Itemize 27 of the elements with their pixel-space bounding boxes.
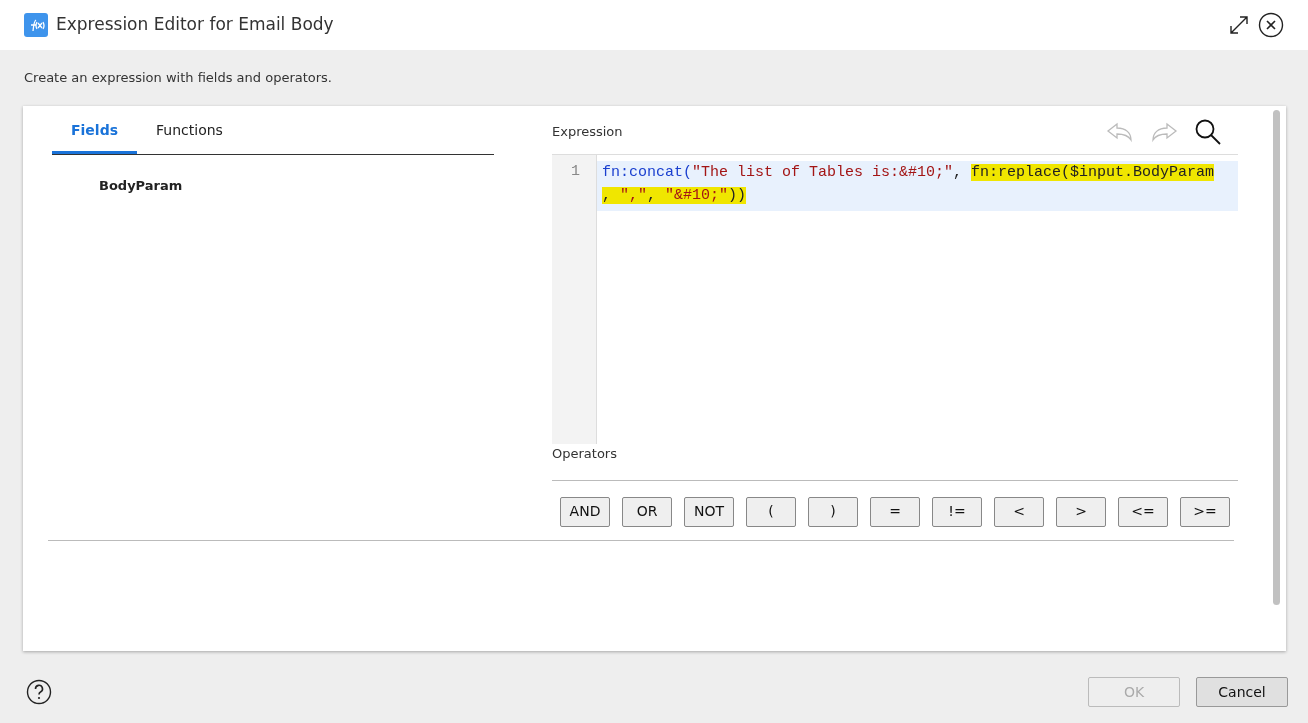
field-item[interactable]: BodyParam bbox=[52, 155, 494, 217]
operator-button[interactable]: ( bbox=[746, 496, 796, 527]
scrollbar[interactable] bbox=[1273, 110, 1280, 605]
tab[interactable]: Functions bbox=[137, 106, 242, 154]
close-icon[interactable] bbox=[1258, 12, 1284, 38]
tab[interactable]: Fields bbox=[52, 106, 137, 154]
search-icon[interactable] bbox=[1194, 118, 1222, 146]
operator-button[interactable]: = bbox=[870, 496, 920, 527]
operator-button[interactable]: ) bbox=[808, 496, 858, 527]
cancel-button[interactable]: Cancel bbox=[1196, 677, 1288, 707]
line-number: 1 bbox=[570, 162, 580, 182]
operator-button[interactable]: AND bbox=[560, 496, 610, 527]
expression-label: Expression bbox=[552, 123, 623, 142]
code-editor[interactable]: 1 fn:concat("The list of Tables is:&#10;", fn:replace($input.BodyParam , ",", "&#10;")) bbox=[552, 154, 1238, 444]
operator-button[interactable]: OR bbox=[622, 496, 672, 527]
operator-button[interactable]: < bbox=[994, 496, 1044, 527]
operator-button[interactable]: NOT bbox=[684, 496, 734, 527]
operator-button[interactable]: != bbox=[932, 496, 982, 527]
function-icon bbox=[24, 13, 48, 37]
expand-icon[interactable] bbox=[1228, 14, 1250, 36]
operator-button[interactable]: > bbox=[1056, 496, 1106, 527]
operator-button[interactable]: <= bbox=[1118, 496, 1168, 527]
operator-button[interactable]: >= bbox=[1180, 496, 1230, 527]
window-title: Expression Editor for Email Body bbox=[56, 13, 334, 37]
description-text: Create an expression with fields and operators. bbox=[23, 69, 333, 87]
help-icon[interactable] bbox=[26, 679, 52, 705]
operators-label: Operators bbox=[552, 445, 618, 463]
